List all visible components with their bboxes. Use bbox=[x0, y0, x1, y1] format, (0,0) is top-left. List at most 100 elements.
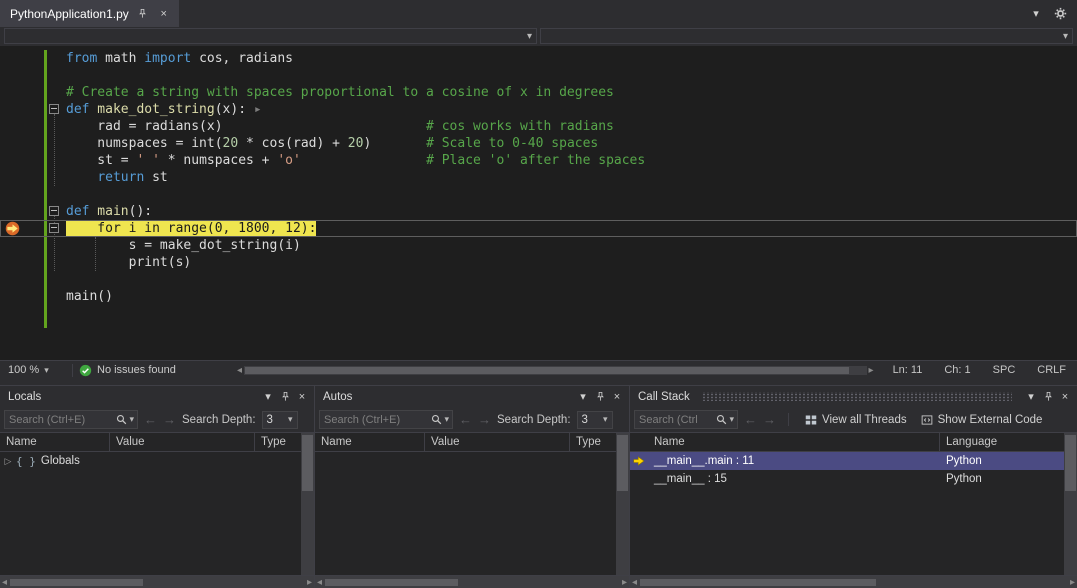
locals-row-globals[interactable]: ▷ { } Globals bbox=[0, 452, 314, 470]
search-prev-icon[interactable]: ← bbox=[459, 412, 472, 427]
close-icon[interactable]: × bbox=[157, 7, 171, 21]
column-value[interactable]: Value bbox=[425, 433, 570, 451]
scrollbar-thumb[interactable] bbox=[325, 579, 458, 586]
code-line[interactable]: def make_dot_string(x): ▸ bbox=[0, 101, 1077, 118]
code-line[interactable]: s = make_dot_string(i) bbox=[0, 237, 1077, 254]
column-name[interactable]: Name bbox=[315, 433, 425, 451]
vertical-scrollbar[interactable] bbox=[301, 433, 314, 575]
call-stack-frame[interactable]: __main__ : 15 Python bbox=[630, 470, 1077, 488]
pin-icon[interactable] bbox=[1041, 390, 1055, 404]
code-line[interactable] bbox=[0, 67, 1077, 84]
search-depth-dropdown[interactable]: 3 ▾ bbox=[262, 411, 298, 429]
view-all-threads-button[interactable]: View all Threads bbox=[801, 414, 911, 426]
horizontal-scrollbar[interactable]: ◂ ▸ bbox=[315, 575, 629, 588]
navigation-dropdown-types[interactable]: ▾ bbox=[4, 28, 537, 44]
search-box[interactable]: ▾ bbox=[4, 410, 138, 429]
code-line[interactable] bbox=[0, 271, 1077, 288]
navigation-dropdown-members[interactable]: ▾ bbox=[540, 28, 1073, 44]
scroll-right-icon[interactable]: ▸ bbox=[620, 577, 629, 588]
spaces-indicator[interactable]: SPC bbox=[982, 364, 1027, 376]
chevron-down-icon[interactable]: ▾ bbox=[729, 414, 734, 425]
show-external-code-button[interactable]: Show External Code bbox=[917, 414, 1047, 426]
document-list-chevron-icon[interactable]: ▾ bbox=[1029, 7, 1043, 21]
search-input[interactable] bbox=[639, 414, 716, 426]
code-line[interactable]: rad = radians(x) # cos works with radian… bbox=[0, 118, 1077, 135]
code-line[interactable]: def main(): bbox=[0, 203, 1077, 220]
search-prev-icon[interactable]: ← bbox=[144, 412, 157, 427]
tab-pythonapplication1[interactable]: PythonApplication1.py × bbox=[0, 0, 179, 27]
search-input[interactable] bbox=[324, 414, 431, 426]
search-next-icon[interactable]: → bbox=[163, 412, 176, 427]
pin-icon[interactable] bbox=[593, 390, 607, 404]
expand-icon[interactable]: ▷ bbox=[0, 456, 16, 467]
close-icon[interactable]: × bbox=[1058, 390, 1072, 404]
scroll-right-icon[interactable]: ▸ bbox=[867, 365, 876, 376]
search-input[interactable] bbox=[9, 414, 116, 426]
column-value[interactable]: Value bbox=[110, 433, 255, 451]
eol-indicator[interactable]: CRLF bbox=[1026, 364, 1077, 376]
search-depth-dropdown[interactable]: 3 ▾ bbox=[577, 411, 613, 429]
call-stack-frame[interactable]: __main__.main : 11 Python bbox=[630, 452, 1077, 470]
scrollbar-track[interactable] bbox=[244, 366, 867, 375]
close-icon[interactable]: × bbox=[610, 390, 624, 404]
window-position-icon[interactable]: ▾ bbox=[576, 390, 590, 404]
code-line[interactable] bbox=[0, 186, 1077, 203]
column-indicator[interactable]: Ch: 1 bbox=[933, 364, 981, 376]
column-language[interactable]: Language bbox=[940, 433, 1077, 451]
chevron-down-icon[interactable]: ▾ bbox=[444, 414, 449, 425]
vertical-scrollbar[interactable] bbox=[616, 433, 629, 575]
code-line[interactable]: st = ' ' * numspaces + 'o' # Place 'o' a… bbox=[0, 152, 1077, 169]
autos-title-bar[interactable]: Autos ▾ × bbox=[315, 386, 629, 407]
scrollbar-thumb[interactable] bbox=[245, 367, 849, 374]
current-statement-breakpoint-icon[interactable] bbox=[5, 221, 20, 236]
search-box[interactable]: ▾ bbox=[319, 410, 453, 429]
collapse-region-button[interactable] bbox=[49, 223, 59, 233]
scrollbar-thumb[interactable] bbox=[302, 435, 313, 491]
code-line[interactable]: numspaces = int(20 * cos(rad) + 20) # Sc… bbox=[0, 135, 1077, 152]
close-icon[interactable]: × bbox=[295, 390, 309, 404]
vertical-scrollbar[interactable] bbox=[1064, 433, 1077, 575]
code-editor[interactable]: from math import cos, radians # Create a … bbox=[0, 46, 1077, 360]
search-next-icon[interactable]: → bbox=[763, 412, 776, 427]
settings-gear-icon[interactable] bbox=[1053, 7, 1067, 21]
collapse-region-button[interactable] bbox=[49, 104, 59, 114]
search-icon[interactable] bbox=[116, 414, 127, 425]
scroll-left-icon[interactable]: ◂ bbox=[235, 365, 244, 376]
column-name[interactable]: Name bbox=[648, 433, 940, 451]
scrollbar-track[interactable] bbox=[9, 578, 305, 587]
code-line[interactable]: from math import cos, radians bbox=[0, 50, 1077, 67]
scrollbar-thumb[interactable] bbox=[640, 579, 876, 586]
scroll-right-icon[interactable]: ▸ bbox=[305, 577, 314, 588]
issues-indicator[interactable]: No issues found bbox=[79, 364, 229, 377]
search-next-icon[interactable]: → bbox=[478, 412, 491, 427]
search-box[interactable]: ▾ bbox=[634, 410, 738, 429]
editor-horizontal-scrollbar[interactable]: ◂ ▸ bbox=[235, 361, 876, 379]
search-prev-icon[interactable]: ← bbox=[744, 412, 757, 427]
zoom-control[interactable]: 100 % ▾ bbox=[0, 364, 66, 376]
scroll-left-icon[interactable]: ◂ bbox=[630, 577, 639, 588]
horizontal-scrollbar[interactable]: ◂ ▸ bbox=[630, 575, 1077, 588]
code-line[interactable]: return st bbox=[0, 169, 1077, 186]
call-stack-title-bar[interactable]: Call Stack ▾ × bbox=[630, 386, 1077, 407]
collapse-region-button[interactable] bbox=[49, 206, 59, 216]
scrollbar-track[interactable] bbox=[324, 578, 620, 587]
pin-icon[interactable] bbox=[278, 390, 292, 404]
horizontal-scrollbar[interactable]: ◂ ▸ bbox=[0, 575, 314, 588]
column-name[interactable]: Name bbox=[0, 433, 110, 451]
code-line[interactable]: main() bbox=[0, 288, 1077, 305]
scroll-right-icon[interactable]: ▸ bbox=[1068, 577, 1077, 588]
locals-title-bar[interactable]: Locals ▾ × bbox=[0, 386, 314, 407]
line-indicator[interactable]: Ln: 11 bbox=[882, 364, 934, 376]
scrollbar-thumb[interactable] bbox=[617, 435, 628, 491]
scrollbar-thumb[interactable] bbox=[10, 579, 143, 586]
code-line[interactable]: # Create a string with spaces proportion… bbox=[0, 84, 1077, 101]
chevron-down-icon[interactable]: ▾ bbox=[129, 414, 134, 425]
drag-grip[interactable] bbox=[702, 392, 1012, 401]
scrollbar-thumb[interactable] bbox=[1065, 435, 1076, 491]
scrollbar-track[interactable] bbox=[639, 578, 1068, 587]
pin-icon[interactable] bbox=[136, 7, 150, 21]
search-icon[interactable] bbox=[431, 414, 442, 425]
window-position-icon[interactable]: ▾ bbox=[261, 390, 275, 404]
search-icon[interactable] bbox=[716, 414, 727, 425]
scroll-left-icon[interactable]: ◂ bbox=[0, 577, 9, 588]
